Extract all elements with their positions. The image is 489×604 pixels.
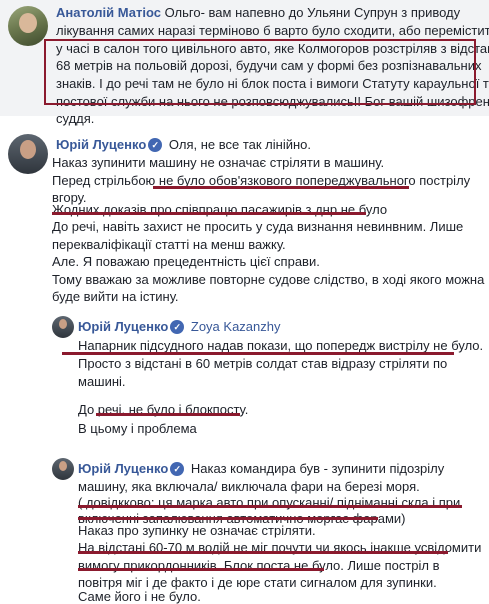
highlight-underline xyxy=(78,517,378,520)
verified-badge-icon: ✓ xyxy=(148,138,163,152)
tagged-user-link[interactable]: Zoya Kazanzhy xyxy=(191,319,281,334)
avatar-lutsenko-reply[interactable] xyxy=(52,458,74,480)
comment-text-line: Оля, не все так лінійно. xyxy=(168,137,311,152)
comment-text-line: Саме його і не було. xyxy=(78,589,201,604)
comment-text-line: Наказ зупинити машину не означає стрілят… xyxy=(52,155,385,170)
author-name-lutsenko[interactable]: Юрій Луценко xyxy=(78,319,168,334)
verified-badge-icon: ✓ xyxy=(170,462,185,476)
highlight-underline xyxy=(96,413,240,416)
comment-first-line: Юрій Луценко ✓ Оля, не все так лінійно. xyxy=(56,135,311,154)
highlight-underline xyxy=(62,352,454,355)
comment-text-line: До речі, навіть захист не просить у суда… xyxy=(52,219,464,234)
comment-text-line: Наказ командира був - зупинити підозрілу xyxy=(190,461,445,476)
comment-text-line: До речі, не було і блокпосту. xyxy=(78,402,249,417)
comment-text-line: Просто з відстані в 60 метрів солдат ста… xyxy=(78,356,448,371)
comment-text-line: суддя. xyxy=(56,111,95,126)
highlight-underline xyxy=(78,505,462,508)
comment-first-line: Юрій Луценко ✓ Zoya Kazanzhy xyxy=(78,317,281,336)
author-name-lutsenko[interactable]: Юрій Луценко xyxy=(56,137,146,152)
comment-text-line: лікування самих наразі терміново б варто… xyxy=(56,23,489,38)
comment-text-line: машині. xyxy=(78,374,126,389)
comment-text-line: буде вийти на істину. xyxy=(52,289,179,304)
author-name-matios[interactable]: Анатолій Матіос xyxy=(56,5,161,20)
verified-badge-icon: ✓ xyxy=(170,320,185,334)
comment-first-line: Юрій Луценко ✓ Наказ командира був - зупи… xyxy=(78,459,444,478)
comment-first-line: Анатолій Матіос Ольго- вам напевно до Ул… xyxy=(56,3,460,22)
comment-text-line: Ольго- вам напевно до Ульяни Супрун з пр… xyxy=(164,5,461,20)
avatar-lutsenko[interactable] xyxy=(8,134,48,174)
highlight-underline xyxy=(78,568,324,571)
comment-text-line: На відстані 60-70 м водій не міг почути … xyxy=(78,540,482,555)
comment-text-line: Але. Я поважаю прецедентність цієї справ… xyxy=(52,254,320,269)
comment-text-line: В цьому і проблема xyxy=(78,421,197,436)
highlight-underline xyxy=(78,551,448,554)
author-name-lutsenko[interactable]: Юрій Луценко xyxy=(78,461,168,476)
highlight-box xyxy=(44,39,476,105)
avatar-matios[interactable] xyxy=(8,6,48,46)
avatar-lutsenko-reply[interactable] xyxy=(52,316,74,338)
highlight-underline xyxy=(153,186,409,189)
highlight-underline xyxy=(52,212,366,215)
